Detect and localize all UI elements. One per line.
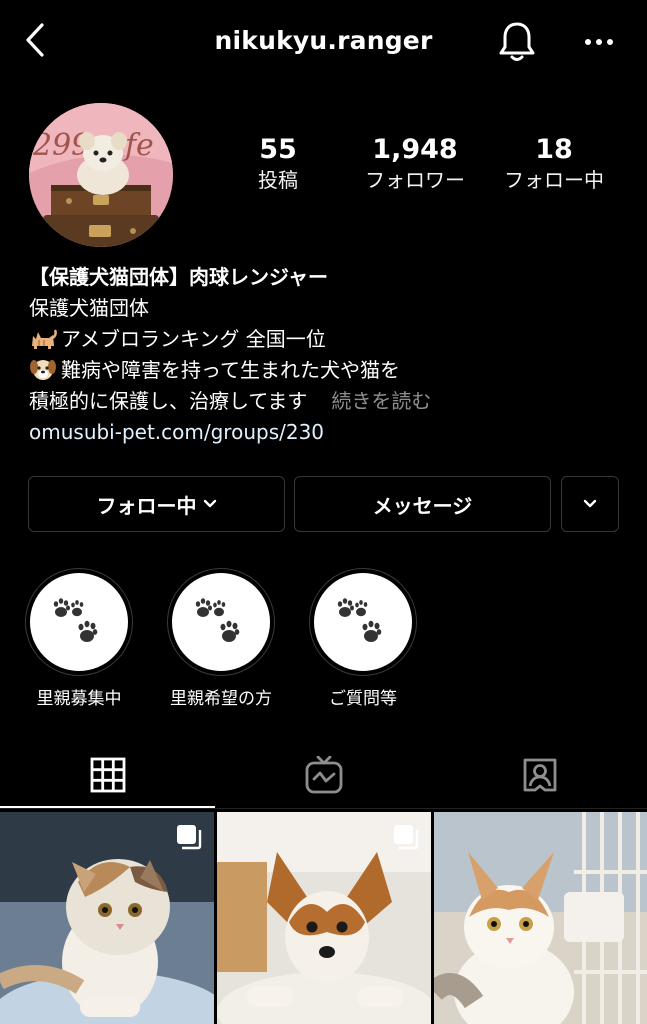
avatar-dog-on-suitcase-image: 299cafe <box>29 103 173 247</box>
profile-screen: nikukyu.ranger 299cafe <box>0 0 647 1024</box>
tab-posts-grid[interactable] <box>0 742 215 808</box>
highlight-1[interactable]: 里親募集中 <box>24 568 134 709</box>
following-label: フォロー中 <box>504 168 604 192</box>
chevron-left-icon <box>26 23 44 57</box>
multiple-images-icon <box>177 825 202 850</box>
paw-prints-icon <box>195 598 240 642</box>
following-button-label: フォロー中 <box>96 493 197 518</box>
cat-emoji <box>32 329 57 349</box>
message-button-label: メッセージ <box>372 493 473 518</box>
posts-stat[interactable]: 55 投稿 <box>238 134 318 194</box>
following-count: 18 <box>535 134 573 165</box>
highlight-cover <box>314 573 412 671</box>
profile-bio: 【保護犬猫団体】肉球レンジャー 保護犬猫団体 アメブロランキング 全国一位 難病… <box>29 262 629 448</box>
followers-stat[interactable]: 1,948 フォロワー <box>350 134 480 194</box>
followers-label: フォロワー <box>365 168 465 192</box>
bio-line-1: 保護犬猫団体 <box>29 296 149 320</box>
suggested-accounts-button[interactable] <box>561 476 619 532</box>
tab-divider <box>0 808 647 809</box>
bio-line-4-text: 積極的に保護し、治療してます <box>29 389 308 413</box>
profile-display-name: 【保護犬猫団体】肉球レンジャー <box>29 265 328 289</box>
highlight-ring <box>25 568 133 676</box>
following-stat[interactable]: 18 フォロー中 <box>492 134 616 194</box>
profile-avatar[interactable]: 299cafe <box>29 103 173 247</box>
tagged-person-icon <box>523 758 556 792</box>
bio-line-3: 難病や障害を持って生まれた犬や猫を <box>29 355 629 386</box>
grid-icon <box>90 757 125 793</box>
highlight-title: 里親希望の方 <box>170 689 272 709</box>
highlight-title: ご質問等 <box>329 689 397 709</box>
more-horizontal-icon <box>585 39 613 45</box>
profile-username: nikukyu.ranger <box>214 26 433 55</box>
paw-prints-icon <box>53 598 98 642</box>
orange-kitten-photo <box>434 812 647 1024</box>
highlight-cover <box>30 573 128 671</box>
dog-face-emoji <box>30 360 56 380</box>
posts-label: 投稿 <box>258 168 298 192</box>
followers-count: 1,948 <box>372 134 458 165</box>
chevron-down-icon <box>583 499 597 508</box>
website-link[interactable]: omusubi-pet.com/groups/230 <box>29 417 629 448</box>
read-more-link[interactable]: 続きを読む <box>331 389 431 413</box>
more-options-button[interactable] <box>578 24 620 60</box>
post-thumbnail[interactable] <box>434 812 647 1024</box>
message-button[interactable]: メッセージ <box>294 476 551 532</box>
posts-count: 55 <box>259 134 297 165</box>
post-thumbnail[interactable] <box>217 812 431 1024</box>
highlight-2[interactable]: 里親希望の方 <box>166 568 276 709</box>
following-button[interactable]: フォロー中 <box>28 476 285 532</box>
back-button[interactable] <box>18 20 52 60</box>
tab-igtv[interactable] <box>216 742 431 808</box>
highlight-ring <box>167 568 275 676</box>
multiple-images-icon <box>394 825 419 850</box>
bio-line-4: 積極的に保護し、治療してます 続きを読む <box>29 386 629 417</box>
bio-line-2: アメブロランキング 全国一位 <box>29 324 629 355</box>
igtv-icon <box>305 756 342 794</box>
tab-tagged[interactable] <box>432 742 647 808</box>
highlight-3[interactable]: ご質問等 <box>308 568 418 709</box>
notifications-button[interactable] <box>496 20 538 64</box>
bell-icon <box>499 22 535 61</box>
bio-line-2-text: アメブロランキング 全国一位 <box>61 327 326 351</box>
top-bar: nikukyu.ranger <box>0 0 647 82</box>
bio-line-3-text: 難病や障害を持って生まれた犬や猫を <box>61 358 400 382</box>
paw-prints-icon <box>337 598 382 642</box>
chevron-down-icon <box>203 499 216 508</box>
post-thumbnail[interactable] <box>0 812 214 1024</box>
highlight-cover <box>172 573 270 671</box>
highlight-ring <box>309 568 417 676</box>
highlight-title: 里親募集中 <box>36 689 122 709</box>
